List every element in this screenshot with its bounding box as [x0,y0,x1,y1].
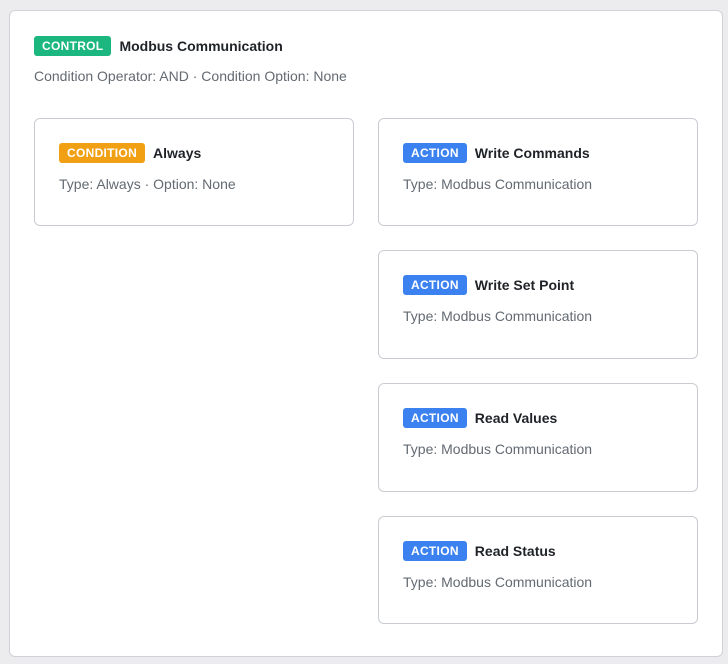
action-subtitle: Type: Modbus Communication [403,308,593,324]
action-header: ACTION Read Status [403,541,556,561]
action-header: ACTION Write Commands [403,143,590,163]
control-subtitle: Condition Operator: AND · Condition Opti… [34,68,347,84]
action-title: Write Commands [474,145,590,161]
condition-header: CONDITION Always [59,143,201,163]
action-subtitle: Type: Modbus Communication [403,441,593,457]
action-badge: ACTION [403,275,467,295]
action-card-read-status[interactable]: ACTION Read Status Type: Modbus Communic… [378,516,698,624]
control-title: Modbus Communication [119,38,283,54]
condition-subtitle: Type: Always · Option: None [59,176,236,192]
control-panel: CONTROL Modbus Communication Condition O… [9,10,723,657]
condition-card[interactable]: CONDITION Always Type: Always · Option: … [34,118,354,226]
action-subtitle: Type: Modbus Communication [403,176,593,192]
action-title: Read Status [474,543,556,559]
condition-badge: CONDITION [59,143,146,163]
action-card-write-set-point[interactable]: ACTION Write Set Point Type: Modbus Comm… [378,250,698,359]
action-card-write-commands[interactable]: ACTION Write Commands Type: Modbus Commu… [378,118,698,226]
action-badge: ACTION [403,541,467,561]
action-title: Write Set Point [474,277,575,293]
condition-title: Always [153,145,202,161]
control-header: CONTROL Modbus Communication [34,36,283,56]
action-card-read-values[interactable]: ACTION Read Values Type: Modbus Communic… [378,383,698,492]
action-badge: ACTION [403,143,467,163]
action-title: Read Values [474,410,558,426]
action-subtitle: Type: Modbus Communication [403,574,593,590]
action-header: ACTION Read Values [403,408,557,428]
control-badge: CONTROL [34,36,112,56]
action-badge: ACTION [403,408,467,428]
action-header: ACTION Write Set Point [403,275,574,295]
